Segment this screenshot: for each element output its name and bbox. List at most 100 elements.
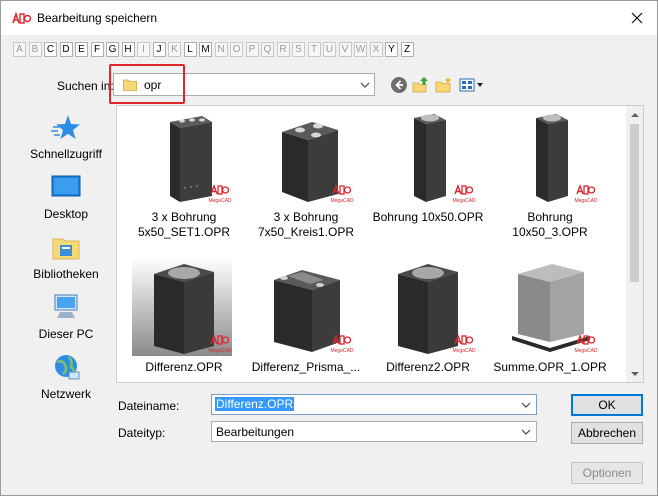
drive-letter-m[interactable]: M (199, 42, 212, 57)
place-desktop[interactable]: Desktop (23, 169, 109, 225)
megacad-watermark: MegaCAD (452, 198, 475, 204)
view-menu-button[interactable] (459, 76, 485, 94)
megacad-watermark: MegaCAD (452, 348, 475, 354)
file-name-line1: Bohrung 10x50.OPR (372, 210, 484, 224)
scrollbar-thumb[interactable] (630, 124, 639, 282)
drive-letter-h[interactable]: H (121, 42, 135, 57)
file-item[interactable]: MegaCAD 3 x Bohrung 5x50_SET1.OPR (129, 108, 239, 248)
filename-label: Dateiname: (118, 399, 180, 413)
annotation-highlight-box (109, 64, 185, 104)
back-arrow-icon (391, 77, 407, 93)
up-folder-button[interactable] (411, 76, 431, 94)
new-folder-icon (435, 77, 451, 93)
drive-letter-u: U (323, 42, 336, 57)
title-bar: Bearbeitung speichern (1, 1, 657, 35)
drive-letter-w: W (354, 42, 367, 57)
drive-letter-e[interactable]: E (75, 42, 88, 57)
file-name-line2: 10x50_3.OPR (512, 225, 588, 239)
drive-letter-g[interactable]: G (106, 42, 119, 57)
close-button[interactable] (617, 1, 657, 35)
file-name-line1: 3 x Bohrung (273, 210, 339, 224)
new-folder-button[interactable] (434, 76, 454, 94)
places-bar: Schnellzugriff Desktop Bibliotheken Dies… (23, 105, 109, 405)
megacad-watermark: MegaCAD (330, 348, 353, 354)
drive-letter-t: T (307, 42, 321, 57)
drive-letter-l[interactable]: L (183, 42, 197, 57)
file-name-line1: Differenz.OPR (145, 360, 223, 374)
place-label: Desktop (43, 207, 89, 221)
file-name-line1: Summe.OPR_1.OPR (493, 360, 607, 374)
view-menu-icon (459, 78, 483, 92)
drive-letter-s: S (292, 42, 305, 57)
drive-letter-k: K (168, 42, 181, 57)
file-thumbnail: MegaCAD (376, 258, 476, 356)
drive-letter-d[interactable]: D (59, 42, 73, 57)
file-name-line1: 3 x Bohrung (151, 210, 217, 224)
filetype-select[interactable]: Bearbeitungen (211, 421, 537, 442)
file-thumbnail: MegaCAD (498, 108, 598, 206)
file-thumbnail: MegaCAD (376, 108, 476, 206)
ok-button[interactable]: OK (571, 394, 643, 416)
vertical-scrollbar[interactable] (626, 106, 643, 382)
cancel-button[interactable]: Abbrechen (571, 422, 643, 444)
drive-letter-bar: ABCDEFGHIJKLMNOPQRSTUVWXYZ (13, 42, 416, 57)
megacad-watermark: MegaCAD (330, 198, 353, 204)
megacad-watermark: MegaCAD (574, 198, 597, 204)
filetype-value: Bearbeitungen (216, 425, 295, 439)
computer-icon (54, 294, 78, 318)
chevron-down-icon (521, 429, 531, 435)
drive-letter-b: B (28, 42, 42, 57)
chevron-up-icon (630, 112, 639, 117)
file-name-label: Bohrung 10x50_3.OPR (487, 210, 613, 240)
star-icon (51, 115, 80, 139)
chevron-down-icon (521, 402, 531, 408)
file-name-label: 3 x Bohrung 7x50_Kreis1.OPR (243, 210, 369, 240)
drive-letter-f[interactable]: F (90, 42, 104, 57)
drive-letter-r: R (276, 42, 290, 57)
file-name-label: Summe.OPR_1.OPR (487, 360, 613, 375)
close-icon (631, 12, 643, 24)
place-libraries[interactable]: Bibliotheken (23, 229, 109, 285)
place-quick-access[interactable]: Schnellzugriff (23, 109, 109, 165)
megacad-watermark: MegaCAD (208, 348, 231, 354)
file-item[interactable]: MegaCAD Summe.OPR_1.OPR (493, 258, 607, 382)
look-in-label: Suchen in: (57, 79, 114, 93)
megacad-watermark: MegaCAD (208, 198, 231, 204)
drive-letter-z[interactable]: Z (400, 42, 414, 57)
megacad-logo-icon (12, 11, 31, 24)
file-item[interactable]: MegaCAD Differenz_Prisma_... (251, 258, 361, 382)
drive-letter-y[interactable]: Y (385, 42, 398, 57)
file-list-view[interactable]: MegaCAD 3 x Bohrung 5x50_SET1.OPR MegaCAD 3… (116, 105, 644, 383)
drive-letter-c[interactable]: C (44, 42, 57, 57)
file-thumbnail: MegaCAD (254, 258, 354, 356)
file-thumbnail: MegaCAD (132, 108, 232, 206)
drive-letter-j[interactable]: J (152, 42, 166, 57)
file-item[interactable]: MegaCAD Bohrung 10x50_3.OPR (495, 108, 605, 248)
place-network[interactable]: Netzwerk (23, 349, 109, 405)
file-name-label: 3 x Bohrung 5x50_SET1.OPR (121, 210, 247, 240)
place-label: Dieser PC (38, 327, 94, 341)
filetype-label: Dateityp: (118, 426, 166, 440)
file-item[interactable]: MegaCAD Bohrung 10x50.OPR (373, 108, 483, 248)
drive-letter-a: A (13, 42, 26, 57)
scroll-down-button[interactable] (626, 365, 643, 382)
file-name-line1: Differenz_Prisma_... (251, 360, 361, 374)
back-button[interactable] (389, 76, 409, 94)
file-item[interactable]: MegaCAD Differenz.OPR (129, 258, 239, 382)
file-thumbnail: MegaCAD (254, 108, 354, 206)
filename-input[interactable]: Differenz.OPR (211, 394, 537, 415)
desktop-icon (51, 175, 81, 197)
file-item[interactable]: MegaCAD Differenz2.OPR (373, 258, 483, 382)
file-name-label: Bohrung 10x50.OPR (365, 210, 491, 225)
scroll-up-button[interactable] (626, 106, 643, 123)
place-this-pc[interactable]: Dieser PC (23, 289, 109, 345)
options-button[interactable]: Optionen (571, 462, 643, 484)
drive-letter-q: Q (261, 42, 274, 57)
file-item[interactable]: MegaCAD 3 x Bohrung 7x50_Kreis1.OPR (251, 108, 361, 248)
file-name-line2: 5x50_SET1.OPR (137, 225, 231, 239)
up-folder-icon (412, 77, 428, 93)
window-title: Bearbeitung speichern (37, 11, 158, 25)
drive-letter-x: X (369, 42, 383, 57)
file-name-label: Differenz.OPR (121, 360, 247, 375)
chevron-down-icon (360, 82, 370, 88)
